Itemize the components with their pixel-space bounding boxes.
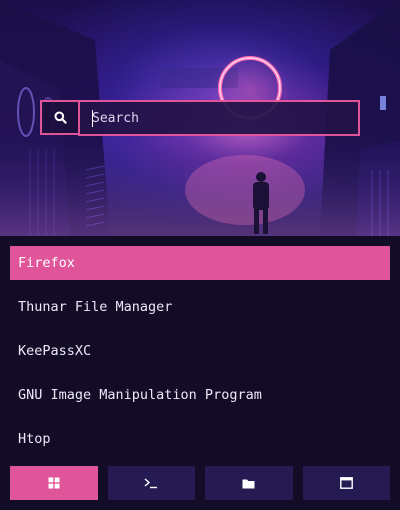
list-item-label: GNU Image Manipulation Program: [18, 387, 262, 403]
search-input[interactable]: [78, 100, 360, 136]
text-cursor: [92, 110, 93, 127]
grid-icon: [48, 477, 60, 489]
terminal-icon: [144, 478, 158, 489]
app-launcher: Firefox Thunar File Manager KeePassXC GN…: [0, 0, 400, 510]
mode-files-button[interactable]: [205, 466, 293, 500]
list-item-label: Firefox: [18, 255, 75, 271]
window-icon: [339, 477, 353, 489]
list-item-firefox[interactable]: Firefox: [10, 246, 390, 280]
list-item-htop[interactable]: Htop: [10, 422, 390, 456]
app-list: Firefox Thunar File Manager KeePassXC GN…: [10, 246, 390, 466]
search-button[interactable]: [40, 100, 80, 135]
list-item-label: Thunar File Manager: [18, 299, 173, 315]
list-item-label: KeePassXC: [18, 343, 92, 359]
list-item-gimp[interactable]: GNU Image Manipulation Program: [10, 378, 390, 412]
mode-run-button[interactable]: [107, 466, 195, 500]
list-item-thunar[interactable]: Thunar File Manager: [10, 290, 390, 324]
search-bar: [40, 100, 360, 136]
folder-icon: [242, 479, 255, 488]
search-icon: [54, 111, 67, 124]
mode-windows-button[interactable]: [302, 466, 390, 500]
list-item-keepassxc[interactable]: KeePassXC: [10, 334, 390, 368]
mode-switcher: [10, 466, 390, 500]
list-item-label: Htop: [18, 431, 51, 447]
mode-apps-button[interactable]: [10, 466, 98, 500]
